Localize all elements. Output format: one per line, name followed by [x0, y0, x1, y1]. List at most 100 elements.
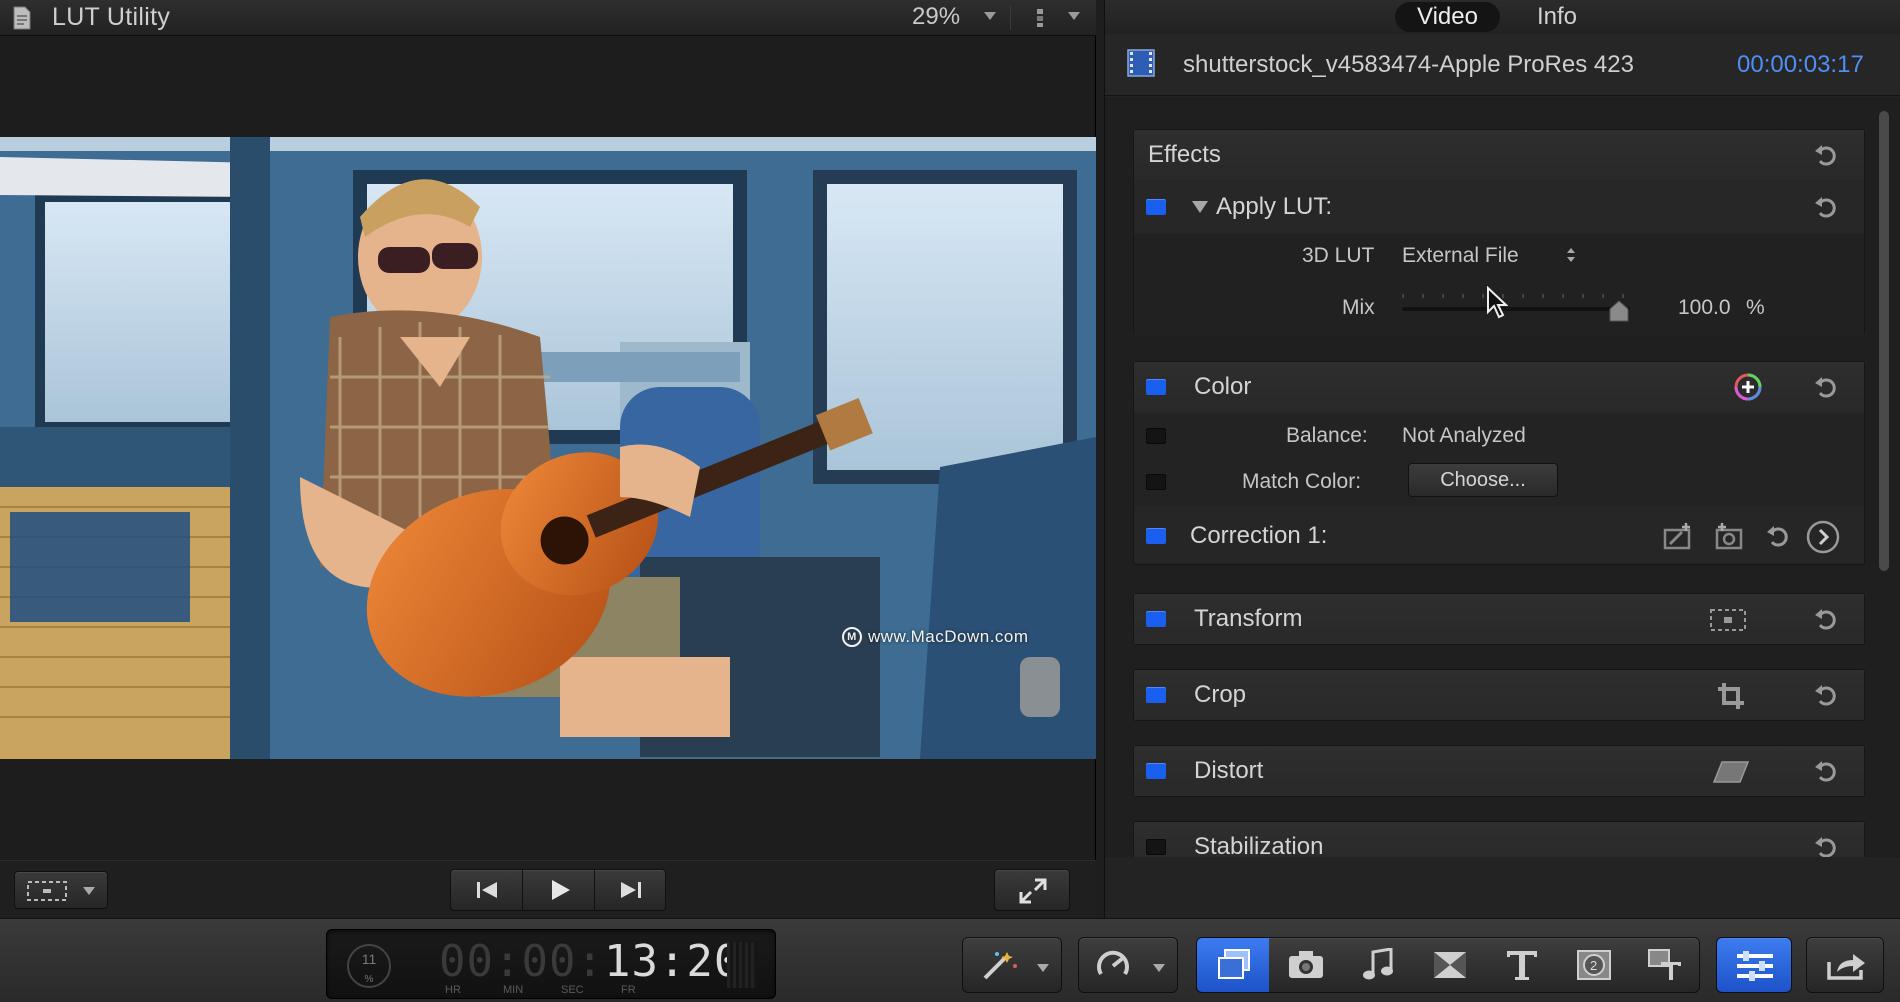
fullscreen-icon [1019, 878, 1047, 904]
share-button[interactable] [1806, 937, 1884, 993]
transform-enable-checkbox[interactable] [1146, 611, 1166, 627]
viewer-header: LUT Utility 29% [0, 0, 1096, 36]
titles-browser-button[interactable] [1485, 938, 1557, 992]
next-edit-button[interactable] [595, 870, 667, 910]
color-title: Color [1194, 373, 1252, 400]
view-options-icon[interactable] [1036, 8, 1044, 28]
generators-browser-button[interactable]: 2 [1557, 938, 1629, 992]
balance-checkbox[interactable] [1146, 428, 1166, 444]
transform-section: Transform [1133, 593, 1865, 645]
match-color-row: Match Color: Choose... [1134, 460, 1864, 506]
skip-forward-icon [621, 882, 641, 898]
stabilization-enable-checkbox[interactable] [1146, 839, 1166, 855]
slider-thumb[interactable] [1608, 300, 1630, 322]
retime-button[interactable] [1078, 937, 1178, 993]
reset-icon[interactable] [1814, 683, 1838, 707]
add-color-mask-icon[interactable] [1714, 522, 1746, 552]
divider [1010, 6, 1011, 30]
tab-video[interactable]: Video [1395, 2, 1500, 32]
retime-speedometer-icon [1097, 950, 1129, 976]
distort-enable-checkbox[interactable] [1146, 763, 1166, 779]
distort-header: Distort [1134, 746, 1864, 796]
balance-label: Balance: [1286, 424, 1368, 447]
dropdown-arrow-icon [1153, 964, 1165, 972]
balance-row: Balance: Not Analyzed [1134, 414, 1864, 460]
transitions-browser-button[interactable] [1413, 938, 1485, 992]
viewer-title: LUT Utility [52, 3, 171, 31]
reset-icon[interactable] [1814, 835, 1838, 857]
timecode-display: 00:00:13:20 [439, 936, 741, 987]
fullscreen-button[interactable] [994, 869, 1070, 911]
color-section: Color Balance: Not Analyzed Match Color: [1133, 361, 1865, 565]
clips-browser-button[interactable] [1197, 938, 1269, 992]
distort-onscreen-icon[interactable] [1712, 759, 1750, 785]
inspector-sliders-icon [1737, 951, 1773, 981]
add-shape-mask-icon[interactable] [1662, 522, 1694, 552]
watermark: M www.MacDown.com [842, 627, 1029, 647]
correction-enable-checkbox[interactable] [1146, 528, 1166, 544]
correction-label: Correction 1: [1190, 522, 1328, 549]
reset-icon[interactable] [1814, 607, 1838, 631]
titles-icon [1507, 951, 1537, 980]
dropdown-arrow-icon [1037, 964, 1049, 972]
view-options-dropdown-icon[interactable] [1068, 12, 1080, 20]
clip-timecode: 00:00:03:17 [1737, 51, 1864, 78]
lut-type-label: 3D LUT [1302, 244, 1375, 267]
frame-guides-icon [27, 881, 67, 901]
popup-arrows-icon [1567, 248, 1575, 262]
transform-header: Transform [1134, 594, 1864, 644]
photos-browser-button[interactable] [1269, 938, 1341, 992]
reset-icon[interactable] [1766, 524, 1790, 548]
project-document-icon [13, 6, 31, 30]
enhancements-button[interactable] [962, 937, 1062, 993]
mix-slider[interactable] [1402, 292, 1632, 322]
dashboard-timecode[interactable]: 11 % 00:00:13:20 HR MIN SEC FR [326, 929, 776, 999]
inspector-toggle-button[interactable] [1716, 937, 1792, 993]
transitions-icon [1434, 952, 1466, 978]
crop-enable-checkbox[interactable] [1146, 687, 1166, 703]
reset-icon[interactable] [1814, 143, 1838, 167]
mix-value[interactable]: 100.0 [1678, 296, 1731, 320]
stabilization-header: Stabilization [1134, 822, 1864, 857]
color-enable-checkbox[interactable] [1146, 379, 1166, 395]
reset-icon[interactable] [1814, 759, 1838, 783]
previous-edit-button[interactable] [451, 870, 523, 910]
tab-info[interactable]: Info [1515, 2, 1599, 32]
lut-type-popup[interactable]: External File [1402, 238, 1602, 272]
skip-back-icon [477, 882, 497, 898]
play-button[interactable] [523, 870, 595, 910]
stabilization-title: Stabilization [1194, 833, 1324, 857]
mix-label: Mix [1342, 296, 1375, 319]
scrollbar-thumb[interactable] [1879, 111, 1889, 571]
watermark-text: www.MacDown.com [868, 627, 1029, 646]
audio-meter-mini [727, 942, 757, 988]
crop-section: Crop [1133, 669, 1865, 721]
choose-button[interactable]: Choose... [1408, 463, 1558, 497]
reset-icon[interactable] [1814, 195, 1838, 219]
crop-onscreen-icon[interactable] [1716, 681, 1746, 711]
main-toolbar: 11 % 00:00:13:20 HR MIN SEC FR 2 [0, 918, 1900, 1002]
browser-buttons-group: 2 [1196, 937, 1700, 993]
themes-browser-button[interactable] [1629, 938, 1701, 992]
reset-icon[interactable] [1814, 375, 1838, 399]
clip-info-bar: shutterstock_v4583474-Apple ProRes 423 0… [1105, 34, 1900, 96]
timecode-leading: 00:00: [439, 936, 604, 987]
balance-value: Not Analyzed [1402, 424, 1526, 447]
themes-icon [1648, 949, 1681, 980]
effects-header: Effects [1134, 130, 1864, 180]
match-color-checkbox[interactable] [1146, 474, 1166, 490]
zoom-level[interactable]: 29% [912, 3, 960, 31]
display-options-button[interactable] [14, 871, 108, 909]
disclosure-triangle-icon[interactable] [1192, 201, 1208, 213]
music-browser-button[interactable] [1341, 938, 1413, 992]
timecode-value: 13:20 [603, 936, 742, 987]
add-correction-icon[interactable] [1734, 373, 1762, 401]
transform-onscreen-icon[interactable] [1708, 607, 1748, 633]
go-to-color-board-icon[interactable] [1806, 520, 1840, 554]
apply-lut-enable-checkbox[interactable] [1146, 199, 1166, 215]
zoom-dropdown-icon[interactable] [984, 12, 996, 20]
crop-header: Crop [1134, 670, 1864, 720]
apply-lut-params: 3D LUT External File Mix 100.0 % [1134, 234, 1864, 336]
apply-lut-row: Apply LUT: [1134, 182, 1864, 232]
effects-section: Effects Apply LUT: 3D LUT External File … [1133, 129, 1865, 336]
